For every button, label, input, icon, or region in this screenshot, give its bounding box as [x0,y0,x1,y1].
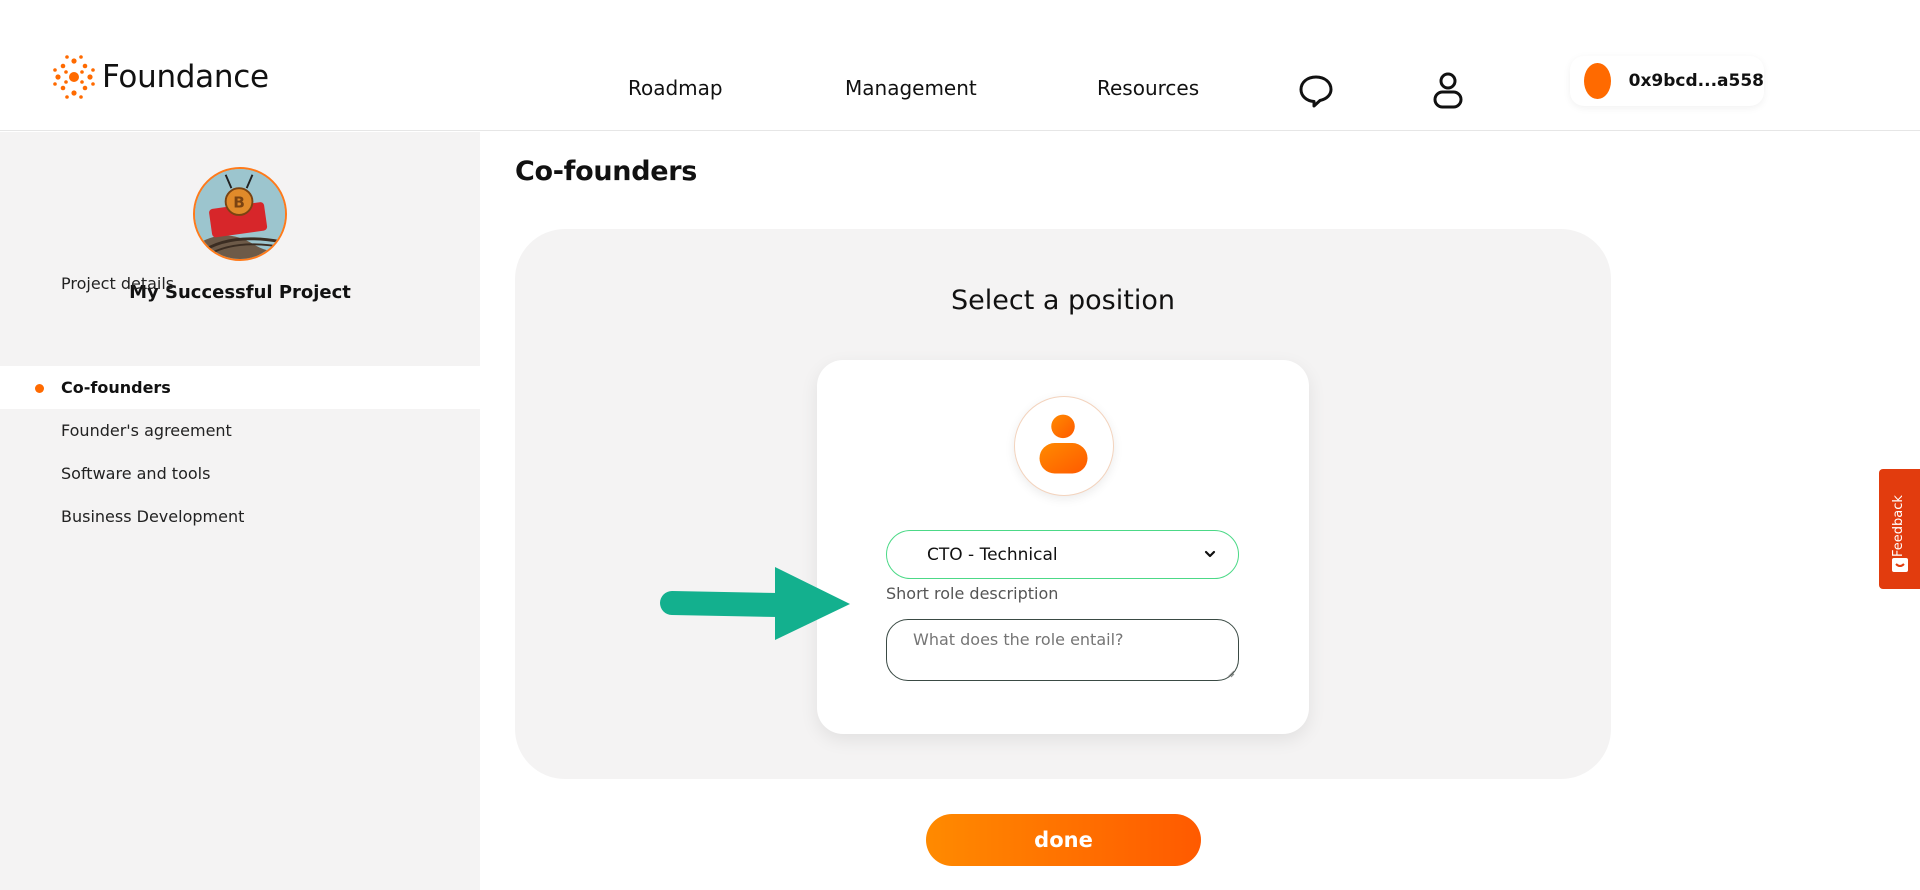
role-description-input[interactable] [886,619,1239,681]
sidebar-item-co-founders[interactable]: Co-founders [0,366,480,409]
resize-grip-icon[interactable] [1225,668,1235,678]
sidebar-item-label: Business Development [61,507,245,526]
page-title: Co-founders [515,156,698,187]
nav-roadmap[interactable]: Roadmap [628,76,723,100]
top-header: Foundance Roadmap Management Resources 0… [0,0,1920,131]
chevron-down-icon [1204,550,1216,558]
person-icon [1039,414,1088,474]
sidebar: B My Successful Project Project details … [0,132,480,890]
nav-resources[interactable]: Resources [1097,76,1199,100]
feedback-label: Feedback [1891,495,1906,557]
sunburst-logo-icon [53,55,95,99]
sidebar-item-label: Software and tools [61,464,211,483]
sidebar-item-business-development[interactable]: Business Development [0,495,480,538]
wallet-avatar [1584,63,1611,99]
project-avatar[interactable]: B [193,167,287,261]
sidebar-item-label: Founder's agreement [61,421,232,440]
user-profile-icon[interactable] [1430,70,1466,110]
sidebar-item-project-details[interactable]: Project details [0,262,480,305]
role-description-label: Short role description [886,584,1059,603]
sidebar-item-label: Co-founders [61,378,171,397]
feedback-message-icon [1892,558,1908,572]
brand-name: Foundance [102,59,269,95]
wallet-button[interactable]: 0x9bcd...a558 [1570,56,1764,106]
position-select-value: CTO - Technical [927,544,1058,565]
sidebar-item-founders-agreement[interactable]: Founder's agreement [0,409,480,452]
panel-title: Select a position [951,285,1175,316]
chat-bubble-icon[interactable] [1298,73,1334,109]
position-panel: Select a position CTO - Technical Short … [515,229,1611,779]
wallet-address: 0x9bcd...a558 [1628,71,1764,91]
svg-text:B: B [233,193,245,211]
active-indicator-dot [35,384,44,393]
sidebar-item-software-and-tools[interactable]: Software and tools [0,452,480,495]
pointer-arrow-icon [660,567,850,640]
feedback-tab[interactable]: Feedback [1879,469,1920,589]
brand-logo[interactable]: Foundance [52,54,269,100]
nav-management[interactable]: Management [845,76,977,100]
sidebar-item-label: Project details [61,274,175,293]
position-select[interactable]: CTO - Technical [886,530,1239,579]
done-button[interactable]: done [926,814,1201,866]
role-avatar [1014,396,1114,496]
rollercoaster-coin-image: B [195,169,285,259]
position-card: CTO - Technical Short role description [817,360,1309,734]
